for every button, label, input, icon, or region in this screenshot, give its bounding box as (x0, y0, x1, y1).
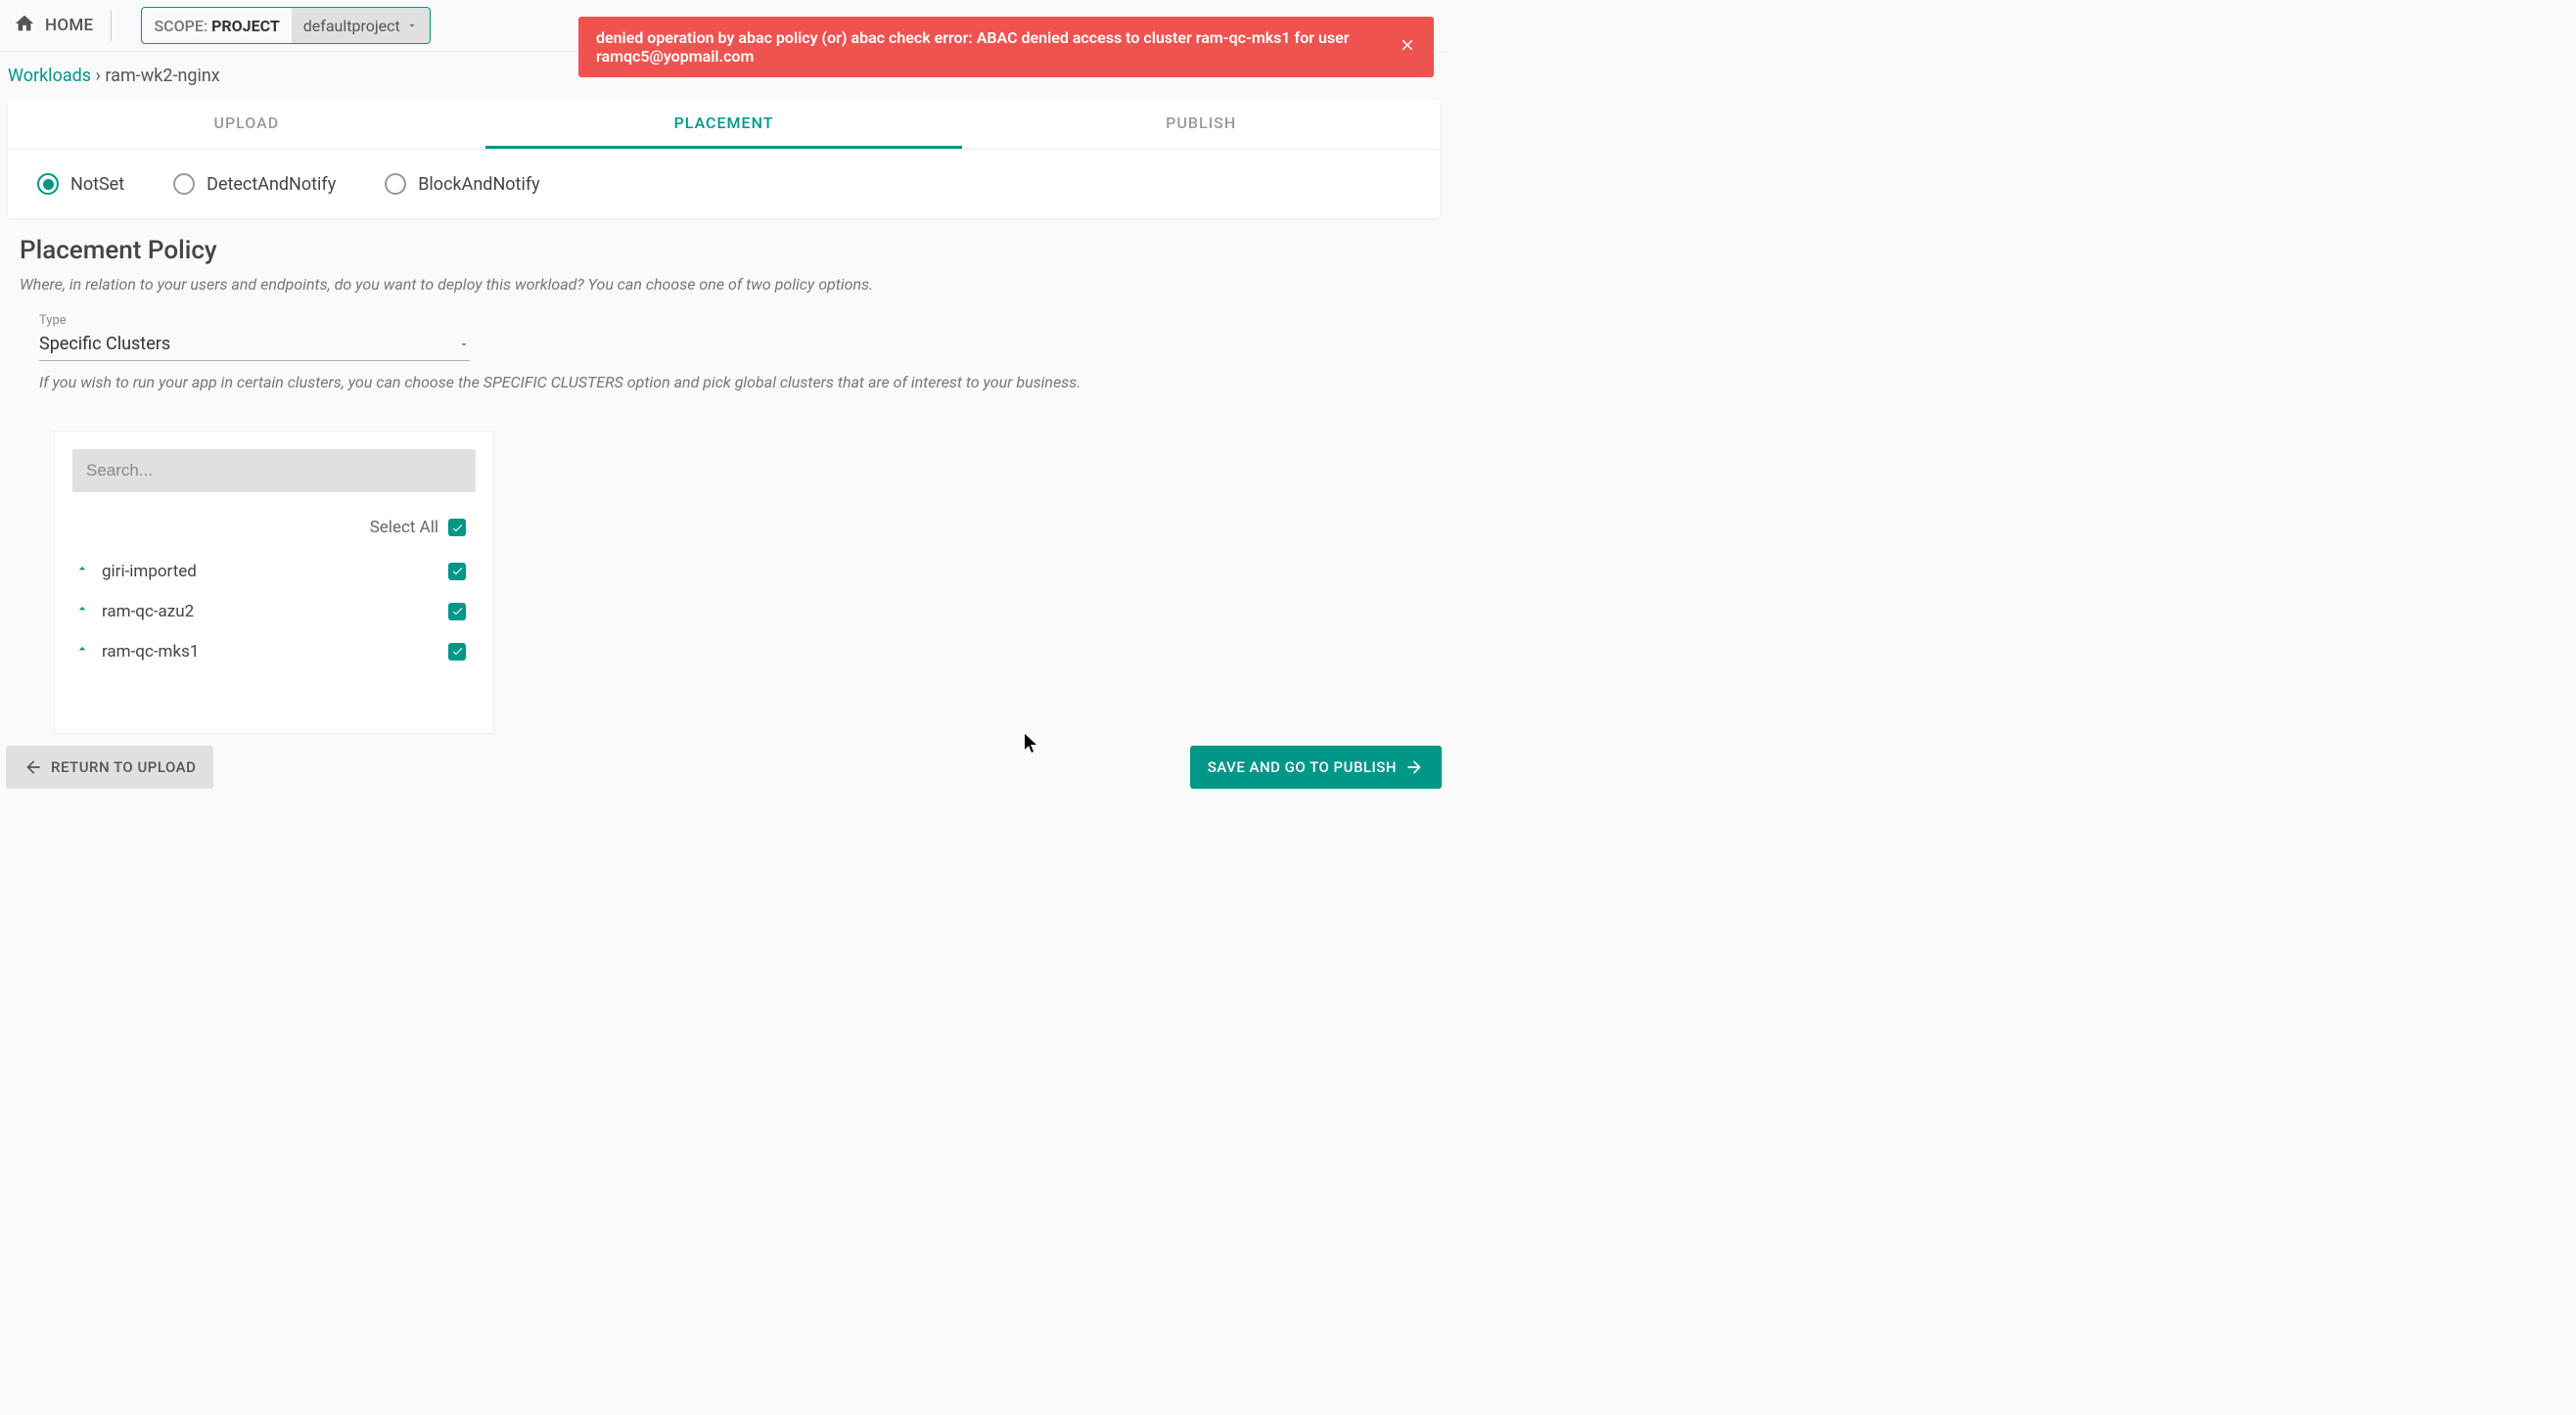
expand-icon (74, 561, 90, 581)
expand-icon (74, 641, 90, 662)
caret-down-icon (458, 339, 470, 350)
back-label: RETURN TO UPLOAD (51, 758, 196, 776)
select-all-row[interactable]: Select All (72, 510, 468, 551)
cluster-checkbox[interactable] (448, 603, 466, 620)
cluster-item[interactable]: ram-qc-azu2 (72, 591, 468, 631)
arrow-right-icon (1404, 757, 1424, 777)
check-icon (451, 522, 464, 534)
radio-detectandnotify[interactable]: DetectAndNotify (173, 173, 336, 195)
type-help: If you wish to run your app in certain c… (39, 373, 1428, 391)
radio-button-icon (37, 173, 59, 195)
type-select[interactable]: Specific Clusters (39, 328, 470, 361)
bottom-bar: RETURN TO UPLOAD SAVE AND GO TO PUBLISH (0, 740, 1448, 795)
scope-selector: SCOPE: PROJECT defaultproject (141, 7, 430, 44)
cluster-item[interactable]: ram-qc-mks1 (72, 631, 468, 671)
project-name: defaultproject (303, 17, 400, 35)
select-all-label: Select All (370, 518, 438, 537)
close-icon (1399, 36, 1416, 54)
project-dropdown[interactable]: defaultproject (292, 8, 430, 43)
next-label: SAVE AND GO TO PUBLISH (1208, 758, 1397, 776)
radio-button-icon (385, 173, 406, 195)
check-icon (451, 605, 464, 617)
scope-label: SCOPE: PROJECT (142, 11, 291, 41)
arrow-left-icon (23, 757, 43, 777)
alert-banner: denied operation by abac policy (or) aba… (578, 17, 1434, 77)
return-to-upload-button[interactable]: RETURN TO UPLOAD (6, 746, 213, 789)
home-icon (14, 13, 35, 39)
check-icon (451, 645, 464, 658)
placement-section: Placement Policy Where, in relation to y… (0, 236, 1448, 734)
tab-placement[interactable]: PLACEMENT (485, 100, 963, 149)
breadcrumb-current: ram-wk2-nginx (105, 66, 219, 86)
alert-message: denied operation by abac policy (or) aba… (596, 28, 1399, 66)
cluster-checkbox[interactable] (448, 563, 466, 580)
cluster-picker: Select All giri-imported ram-qc-azu2 (54, 431, 494, 734)
expand-icon (74, 601, 90, 621)
wizard-tabs: UPLOAD PLACEMENT PUBLISH (8, 100, 1440, 150)
breadcrumb-sep: › (91, 66, 105, 86)
wizard-card: UPLOAD PLACEMENT PUBLISH NotSet DetectAn… (8, 100, 1440, 218)
drift-radio-group: NotSet DetectAndNotify BlockAndNotify (8, 150, 1440, 218)
caret-down-icon (406, 20, 418, 31)
home-label: HOME (45, 16, 93, 35)
tab-publish[interactable]: PUBLISH (962, 100, 1440, 149)
cluster-name: ram-qc-azu2 (102, 602, 194, 621)
type-label: Type (39, 313, 470, 328)
type-value: Specific Clusters (39, 334, 170, 354)
check-icon (451, 565, 464, 577)
placement-subtitle: Where, in relation to your users and end… (20, 275, 1428, 294)
radio-notset[interactable]: NotSet (37, 173, 124, 195)
cluster-name: giri-imported (102, 562, 197, 581)
alert-close-button[interactable] (1399, 36, 1416, 58)
tab-upload[interactable]: UPLOAD (8, 100, 485, 149)
radio-blockandnotify[interactable]: BlockAndNotify (385, 173, 539, 195)
radio-label: BlockAndNotify (418, 174, 539, 195)
home-button[interactable]: HOME (14, 10, 112, 41)
type-field: Type Specific Clusters (39, 313, 470, 361)
breadcrumb-parent[interactable]: Workloads (8, 66, 91, 86)
radio-button-icon (173, 173, 195, 195)
cluster-item[interactable]: giri-imported (72, 551, 468, 591)
radio-label: DetectAndNotify (207, 174, 336, 195)
cluster-checkbox[interactable] (448, 643, 466, 661)
radio-label: NotSet (70, 174, 124, 195)
placement-title: Placement Policy (20, 236, 1428, 265)
cluster-search-input[interactable] (72, 449, 476, 492)
cluster-name: ram-qc-mks1 (102, 642, 199, 662)
save-and-go-to-publish-button[interactable]: SAVE AND GO TO PUBLISH (1190, 746, 1442, 789)
cluster-list-scroll[interactable]: Select All giri-imported ram-qc-azu2 (72, 510, 476, 715)
select-all-checkbox[interactable] (448, 519, 466, 536)
